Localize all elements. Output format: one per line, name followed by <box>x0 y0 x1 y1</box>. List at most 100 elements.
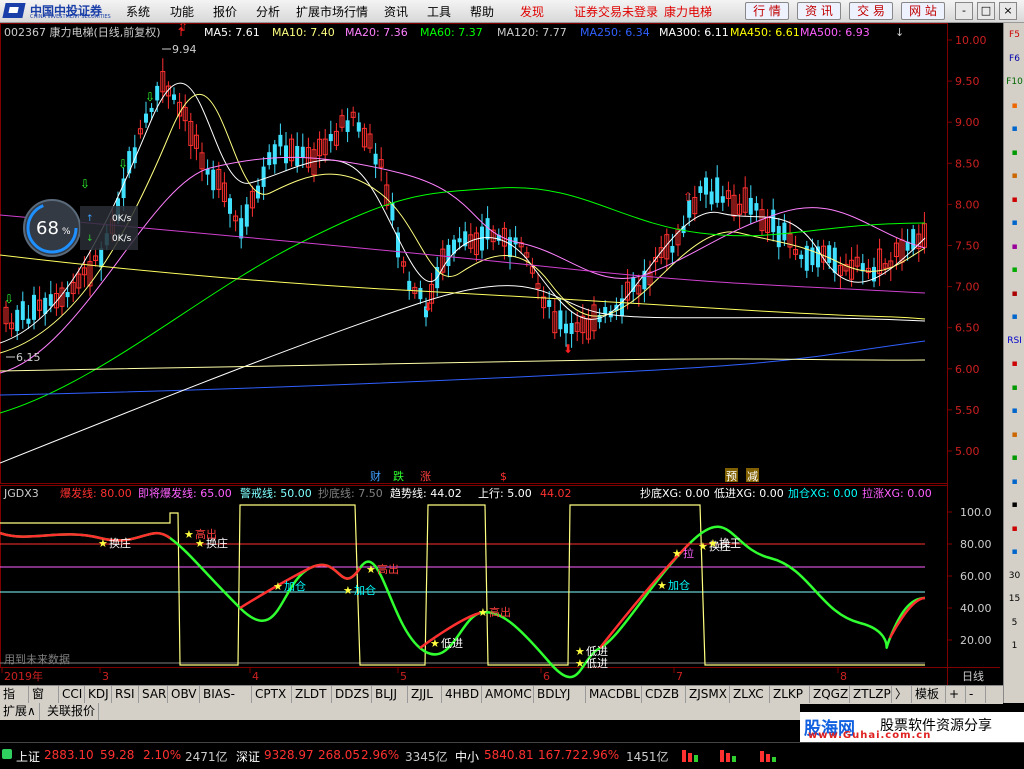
tab-10[interactable]: DDZS <box>332 686 372 703</box>
toolbar-button-7[interactable]: ▪ <box>1006 192 1023 209</box>
index-sz-name[interactable]: 深证 <box>236 748 260 765</box>
candle-body-down <box>272 144 277 165</box>
tab-5[interactable]: SAR <box>139 686 168 703</box>
tab-19[interactable]: ZLXC <box>730 686 770 703</box>
signal-label: 低进 <box>586 645 608 658</box>
toolbar-button-23[interactable]: 30 <box>1006 568 1023 585</box>
toolbar-button-21[interactable]: ▪ <box>1006 521 1023 538</box>
tab-13[interactable]: 4HBD <box>442 686 482 703</box>
menu-discover[interactable]: 发现 <box>520 3 544 20</box>
tab-11[interactable]: BLJJ <box>372 686 408 703</box>
toolbar-button-8[interactable]: ▪ <box>1006 215 1023 232</box>
toolbar-button-26[interactable]: 1 <box>1006 638 1023 655</box>
trade-login-notice[interactable]: 证券交易未登录 <box>574 3 658 20</box>
toolbar-button-20[interactable]: ▪ <box>1006 497 1023 514</box>
menu-extended-market[interactable]: 扩展市场行情 <box>296 3 368 20</box>
candle-body-down <box>715 177 720 203</box>
toolbar-button-12[interactable]: ▪ <box>1006 309 1023 326</box>
index-sme-price: 5840.81 <box>484 748 534 762</box>
indicator-legend-item: 低进XG: 0.00 <box>714 487 784 500</box>
menu-help[interactable]: 帮助 <box>470 3 494 20</box>
toolbar-button-3[interactable]: ▪ <box>1006 98 1023 115</box>
toolbar-button-5[interactable]: ▪ <box>1006 145 1023 162</box>
toolbar-button-11[interactable]: ▪ <box>1006 286 1023 303</box>
website-button[interactable]: 网 站 <box>901 2 945 20</box>
toolbar-button-6[interactable]: ▪ <box>1006 168 1023 185</box>
menu-analysis[interactable]: 分析 <box>256 3 280 20</box>
tab-24[interactable]: 模板 <box>912 686 946 703</box>
extended-tab-bar: 扩展∧ 关联报价 <box>0 703 800 720</box>
menu-tools[interactable]: 工具 <box>427 3 451 20</box>
price-tick-label: 7.00 <box>955 281 980 294</box>
maximize-button[interactable]: □ <box>977 2 995 20</box>
tab-22[interactable]: ZTLZP <box>850 686 892 703</box>
index-sme-name[interactable]: 中小 <box>455 748 479 765</box>
toolbar-button-24[interactable]: 15 <box>1006 591 1023 608</box>
tab-20[interactable]: ZLKP <box>770 686 810 703</box>
tab-1[interactable]: 窗口 <box>29 686 59 718</box>
toolbar-button-1[interactable]: F6 <box>1006 51 1023 68</box>
date-tick-label: 8 <box>840 670 847 683</box>
buy-signal-arrow-icon: ⇩ <box>4 292 14 306</box>
news-button[interactable]: 资 讯 <box>797 2 841 20</box>
tab-9[interactable]: ZLDT <box>292 686 332 703</box>
menu-function[interactable]: 功能 <box>170 3 194 20</box>
toolbar-button-4[interactable]: ▪ <box>1006 121 1023 138</box>
tab-23[interactable]: 〉 <box>892 686 912 703</box>
toolbar-button-19[interactable]: ▪ <box>1006 474 1023 491</box>
tab-26[interactable]: - <box>966 686 986 703</box>
tab-16[interactable]: MACDBL <box>586 686 642 703</box>
index-sz-change: 268.05 <box>318 748 360 762</box>
date-tick-label: 6 <box>543 670 550 683</box>
toolbar-button-14[interactable]: ▪ <box>1006 356 1023 373</box>
tab-25[interactable]: + <box>946 686 966 703</box>
toolbar-button-18[interactable]: ▪ <box>1006 450 1023 467</box>
index-sh-price: 2883.10 <box>44 748 94 762</box>
download-speed: 0K/s <box>112 234 132 244</box>
signal-star-icon: ★ <box>478 606 488 619</box>
tab-14[interactable]: AMOMC <box>482 686 534 703</box>
date-tick-label: 7 <box>676 670 683 683</box>
toolbar-button-2[interactable]: F10 <box>1006 74 1023 91</box>
period-label[interactable]: 日线 <box>962 669 984 683</box>
tab-15[interactable]: BDLYJ <box>534 686 586 703</box>
menu-news[interactable]: 资讯 <box>384 3 408 20</box>
minimize-button[interactable]: - <box>955 2 973 20</box>
quote-button[interactable]: 行 情 <box>745 2 789 20</box>
tab-7[interactable]: BIAS-QL <box>200 686 252 718</box>
index-sh-name[interactable]: 上证 <box>16 748 40 765</box>
ad-banner[interactable]: 股海网 股票软件资源分享 www.Guhai.com.cn <box>800 712 1024 742</box>
tab-3[interactable]: KDJ <box>85 686 112 703</box>
index-sme-amount: 1451亿 <box>626 750 669 764</box>
date-tick-label: 2019年 <box>4 669 43 683</box>
trade-button[interactable]: 交 易 <box>849 2 893 20</box>
toolbar-button-13[interactable]: RSI <box>1006 333 1023 350</box>
tab-related-quotes[interactable]: 关联报价 <box>44 703 100 720</box>
toolbar-button-15[interactable]: ▪ <box>1006 380 1023 397</box>
tab-21[interactable]: ZQGZ <box>810 686 850 703</box>
toolbar-button-17[interactable]: ▪ <box>1006 427 1023 444</box>
tab-6[interactable]: OBV <box>168 686 200 703</box>
tab-2[interactable]: CCI <box>59 686 85 703</box>
candle-body-down <box>704 177 708 195</box>
tab-8[interactable]: CPTX <box>252 686 292 703</box>
menu-system[interactable]: 系统 <box>126 3 150 20</box>
toolbar-button-9[interactable]: ▪ <box>1006 239 1023 256</box>
tab-4[interactable]: RSI <box>112 686 139 703</box>
close-button[interactable]: × <box>999 2 1017 20</box>
indicator-legend-item: 抄底线: 7.50 <box>318 486 383 500</box>
toolbar-button-25[interactable]: 5 <box>1006 615 1023 632</box>
tab-17[interactable]: CDZB <box>642 686 686 703</box>
toolbar-button-10[interactable]: ▪ <box>1006 262 1023 279</box>
tab-18[interactable]: ZJSMX <box>686 686 730 703</box>
tab-12[interactable]: ZJJL <box>408 686 442 703</box>
toolbar-button-16[interactable]: ▪ <box>1006 403 1023 420</box>
tab-0[interactable]: 指标 <box>0 686 29 718</box>
network-gauge[interactable]: 68 % ↑ 0K/s ↓ 0K/s <box>23 199 138 257</box>
signal-star-icon: ★ <box>430 637 440 650</box>
tab-extend[interactable]: 扩展∧ <box>0 703 40 720</box>
toolbar-button-0[interactable]: F5 <box>1006 27 1023 44</box>
menu-quote[interactable]: 报价 <box>213 3 237 20</box>
kline-chart-area[interactable]: 002367 康力电梯(日线,前复权) ↑ MA5: 7.61 MA10: 7.4… <box>0 23 1000 685</box>
toolbar-button-22[interactable]: ▪ <box>1006 544 1023 561</box>
